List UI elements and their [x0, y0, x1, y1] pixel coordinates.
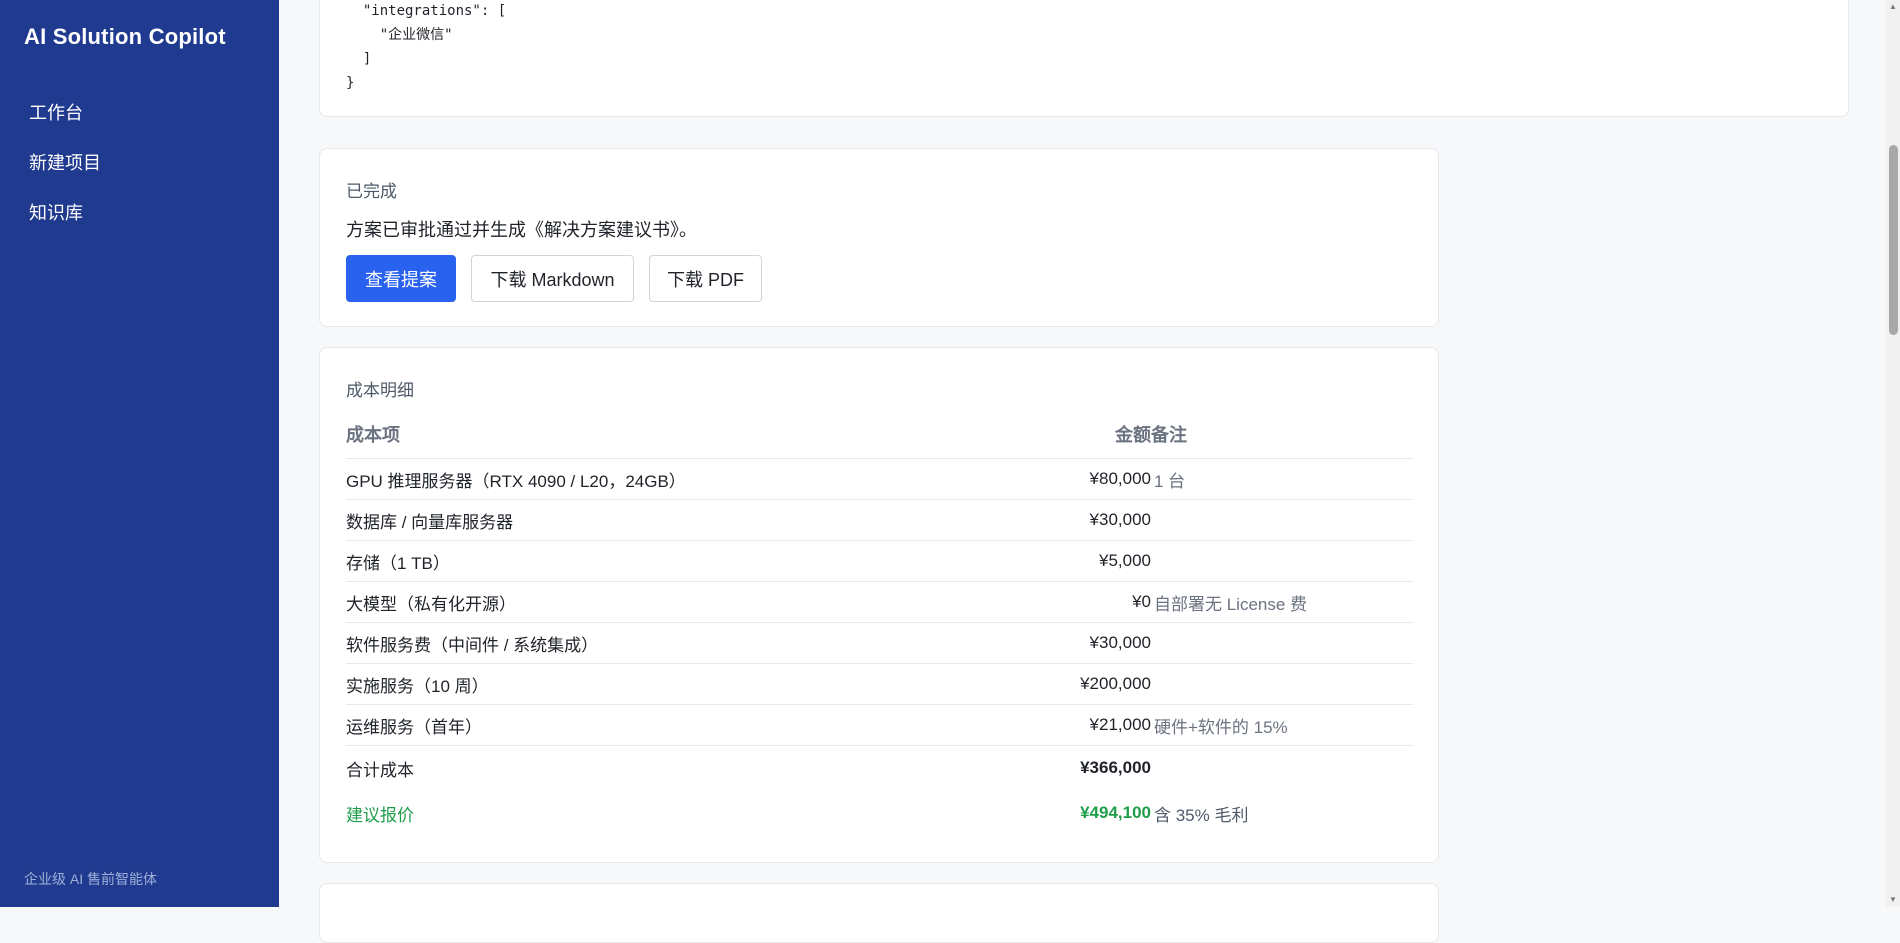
suggested-price-label: 建议报价	[346, 805, 414, 825]
sidebar-item-knowledge-base[interactable]: 知识库	[0, 188, 279, 238]
table-row: 软件服务费（中间件 / 系统集成） ¥30,000	[346, 623, 1413, 664]
completion-card: 已完成 方案已审批通过并生成《解决方案建议书》。 查看提案 下载 Markdow…	[319, 148, 1439, 327]
cost-item: 实施服务（10 周）	[346, 676, 489, 696]
json-code-block: "integrations": [ "企业微信" ]}	[346, 0, 506, 95]
sidebar-item-new-project[interactable]: 新建项目	[0, 138, 279, 188]
table-row: 运维服务（首年） ¥21,000 硬件+软件的 15%	[346, 705, 1413, 746]
scroll-up-icon[interactable]: ▲	[1888, 2, 1898, 12]
cost-table-header: 成本项 金额 备注	[346, 410, 1413, 459]
cost-note: 1 台	[1154, 471, 1186, 491]
table-row: 大模型（私有化开源） ¥0 自部署无 License 费	[346, 582, 1413, 623]
cost-note: 硬件+软件的 15%	[1154, 717, 1288, 737]
main-content: "integrations": [ "企业微信" ]} 已完成 方案已审批通过并…	[279, 0, 1900, 943]
download-markdown-button[interactable]: 下载 Markdown	[471, 255, 634, 302]
cost-item: GPU 推理服务器（RTX 4090 / L20，24GB）	[346, 471, 686, 491]
suggested-price-note: 含 35% 毛利	[1154, 805, 1249, 825]
table-row: GPU 推理服务器（RTX 4090 / L20，24GB） ¥80,000 1…	[346, 459, 1413, 500]
cost-note: 自部署无 License 费	[1154, 594, 1308, 614]
cost-item: 运维服务（首年）	[346, 717, 482, 737]
header-amount: 金额	[1115, 425, 1151, 445]
suggested-price-amount: ¥494,100	[1080, 803, 1151, 822]
cost-item: 软件服务费（中间件 / 系统集成）	[346, 635, 599, 655]
download-pdf-button[interactable]: 下载 PDF	[649, 255, 762, 302]
json-output-card: "integrations": [ "企业微信" ]}	[319, 0, 1849, 117]
cost-amount: ¥5,000	[1099, 551, 1151, 570]
completion-status: 已完成	[346, 182, 397, 201]
sidebar-footer: 企业级 AI 售前智能体	[24, 871, 158, 887]
sidebar-nav: 工作台 新建项目 知识库	[0, 88, 279, 238]
total-cost-label: 合计成本	[346, 760, 414, 780]
total-cost-row: 合计成本 ¥366,000	[346, 746, 1413, 790]
header-cost-item: 成本项	[346, 425, 400, 445]
cost-amount: ¥30,000	[1089, 510, 1151, 529]
code-line: ]	[346, 51, 372, 67]
cost-amount: ¥30,000	[1089, 633, 1151, 652]
code-line: "企业微信"	[346, 27, 453, 43]
code-line: }	[346, 75, 355, 91]
cost-breakdown-card: 成本明细 成本项 金额 备注 GPU 推理服务器（RTX 4090 / L20，…	[319, 347, 1439, 863]
sidebar-item-workbench[interactable]: 工作台	[0, 88, 279, 138]
code-line: "integrations": [	[346, 3, 507, 19]
scroll-down-icon[interactable]: ▼	[1888, 895, 1898, 905]
total-cost-amount: ¥366,000	[1080, 758, 1151, 777]
cost-amount: ¥0	[1132, 592, 1151, 611]
sidebar: AI Solution Copilot 工作台 新建项目 知识库 企业级 AI …	[0, 0, 279, 907]
scroll-thumb[interactable]	[1889, 145, 1898, 335]
completion-description: 方案已审批通过并生成《解决方案建议书》。	[346, 220, 697, 240]
table-row: 实施服务（10 周） ¥200,000	[346, 664, 1413, 705]
cost-item: 存储（1 TB）	[346, 553, 450, 573]
cost-table: 成本项 金额 备注 GPU 推理服务器（RTX 4090 / L20，24GB）…	[346, 410, 1413, 836]
cost-amount: ¥200,000	[1080, 674, 1151, 693]
app-brand: AI Solution Copilot	[24, 24, 226, 49]
cost-item: 数据库 / 向量库服务器	[346, 512, 514, 532]
view-proposal-button[interactable]: 查看提案	[346, 255, 456, 302]
cost-amount: ¥80,000	[1089, 469, 1151, 488]
header-note: 备注	[1151, 425, 1187, 445]
page-scrollbar[interactable]: ▲ ▼	[1886, 0, 1900, 907]
completion-actions: 查看提案 下载 Markdown 下载 PDF	[346, 255, 762, 302]
table-row: 存储（1 TB） ¥5,000	[346, 541, 1413, 582]
suggested-price-row: 建议报价 ¥494,100 含 35% 毛利	[346, 790, 1413, 836]
table-row: 数据库 / 向量库服务器 ¥30,000	[346, 500, 1413, 541]
cost-breakdown-title: 成本明细	[346, 381, 414, 400]
cost-item: 大模型（私有化开源）	[346, 594, 516, 614]
next-section-card	[319, 883, 1439, 943]
cost-amount: ¥21,000	[1089, 715, 1151, 734]
